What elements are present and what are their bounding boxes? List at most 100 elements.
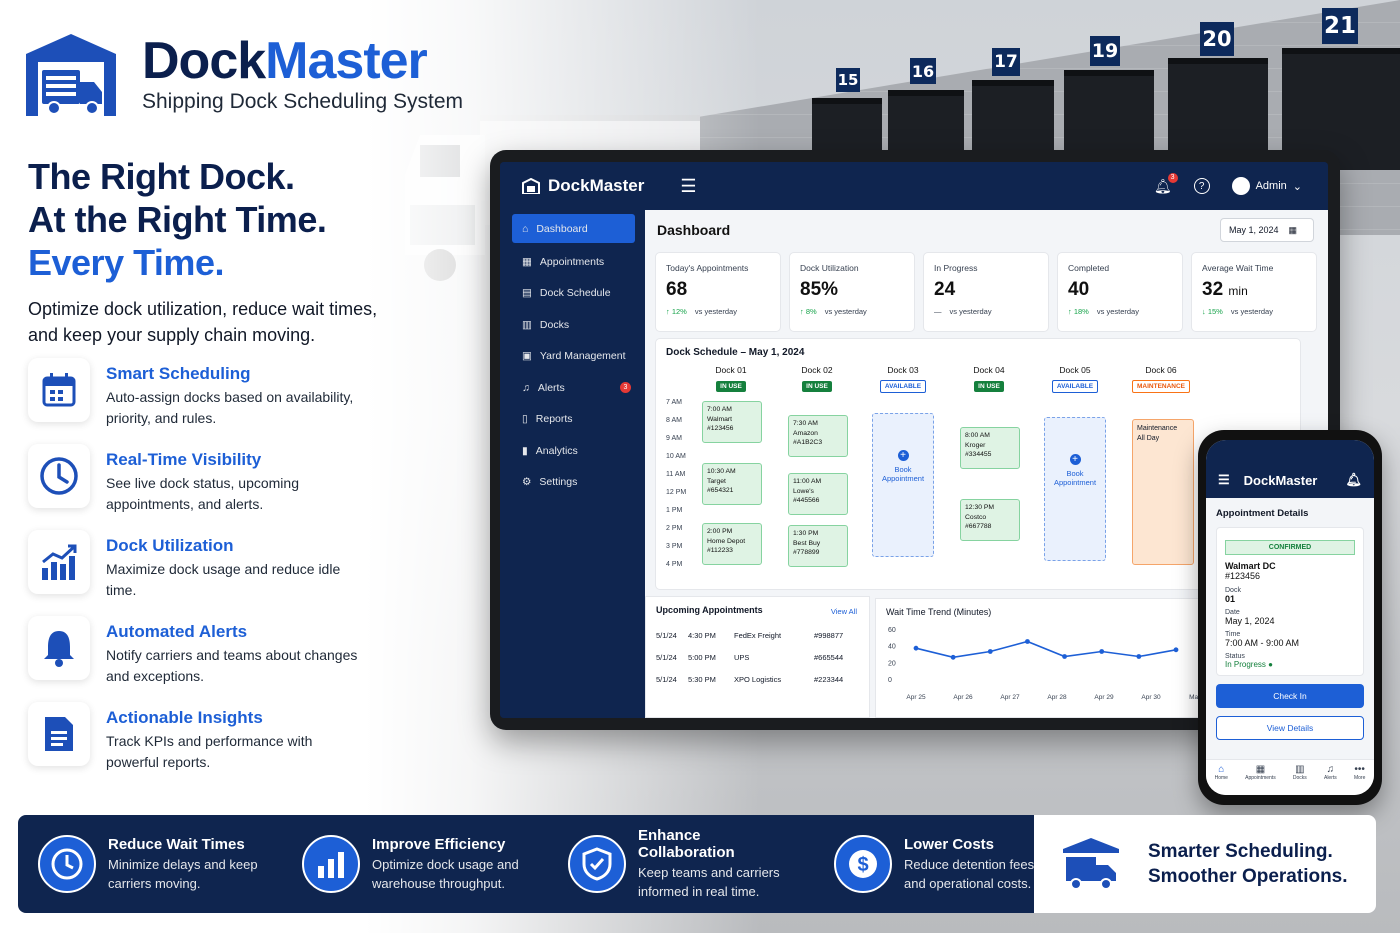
help-icon[interactable]: ?	[1193, 178, 1210, 194]
bell-icon[interactable]: 🔔︎	[1345, 472, 1362, 488]
gear-icon: ⚙	[522, 476, 532, 489]
y-tick-label: 60	[888, 627, 896, 634]
calendar-icon	[28, 358, 90, 422]
feature-desc: Notify carriers and teams about changes …	[106, 647, 358, 684]
kpi-card: Completed 40 ↑ 18% vs yesterday	[1057, 252, 1183, 332]
app-topbar: DockMaster ☰ 🔔︎ 3 ? Admin ⌄	[500, 162, 1328, 210]
appointment-block[interactable]: 8:00 AM Kroger #334455	[960, 427, 1020, 469]
dock-number: 16	[910, 58, 936, 84]
data-point	[1025, 639, 1030, 644]
dock-number: 19	[1090, 36, 1120, 66]
feature-title: Automated Alerts	[106, 622, 248, 641]
report-icon: ▯	[522, 413, 528, 426]
table-row[interactable]: 5/1/24 5:30 PM XPO Logistics #223344	[656, 675, 861, 684]
sidebar-item-analytics[interactable]: ▮ Analytics	[500, 435, 645, 467]
tab-appointments[interactable]: ▦ Appointments	[1245, 764, 1276, 795]
sidebar-item-dock-schedule[interactable]: ▤ Dock Schedule	[500, 278, 645, 310]
notification-bell-icon[interactable]: 🔔︎ 3	[1154, 172, 1178, 195]
kpi-card: In Progress 24— vs yesterday	[923, 252, 1049, 332]
y-tick-label: 40	[888, 644, 896, 651]
data-point	[913, 645, 919, 651]
sidebar-item-yard-management[interactable]: ▣ Yard Management	[500, 341, 645, 373]
bell-icon	[28, 616, 90, 680]
document-icon	[28, 702, 90, 766]
dock-number: 21	[1322, 8, 1358, 44]
sidebar-item-alerts[interactable]: ♫ Alerts 3	[500, 372, 645, 404]
feature-title: Smart Scheduling	[106, 364, 251, 383]
status-badge: AVAILABLE	[879, 380, 927, 393]
table-row[interactable]: 5/1/24 4:30 PM FedEx Freight #998877	[656, 631, 861, 640]
status-badge: MAINTENANCE	[1131, 380, 1191, 393]
feature-item: Automated Alerts Notify carriers and team…	[28, 616, 368, 702]
benefit-item: Improve Efficiency Optimize dock usage an…	[302, 815, 532, 913]
dock-icon: ▥	[1295, 764, 1305, 775]
sidebar-item-docks[interactable]: ▥ Docks	[500, 309, 645, 341]
appointment-block[interactable]: 1:30 PM Best Buy #778899	[788, 525, 848, 567]
hero: The Right Dock. At the Right Time. Every…	[28, 155, 408, 348]
warehouse-truck-icon	[26, 34, 116, 116]
tab-more[interactable]: ••• More	[1354, 764, 1365, 795]
x-tick-label: Apr 25	[906, 694, 926, 701]
status-badge: IN USE	[802, 381, 832, 392]
sidebar-item-settings[interactable]: ⚙ Settings	[500, 467, 645, 499]
data-point	[950, 654, 956, 660]
dock-column-header: Dock 04 IN USE	[973, 365, 1005, 392]
feature-title: Dock Utilization	[106, 536, 234, 555]
feature-title: Actionable Insights	[106, 708, 263, 727]
warehouse-truck-icon	[1063, 838, 1119, 890]
tab-docks[interactable]: ▥ Docks	[1293, 764, 1307, 795]
x-tick-label: Apr 26	[953, 694, 973, 701]
hero-line-1: The Right Dock.	[28, 156, 295, 197]
user-menu[interactable]: Admin ⌄	[1231, 177, 1302, 195]
sidebar-item-reports[interactable]: ▯ Reports	[500, 404, 645, 436]
more-icon: •••	[1354, 764, 1365, 775]
book-appointment-button[interactable]: + Book Appointment	[872, 413, 934, 557]
sidebar-item-dashboard[interactable]: ⌂ Dashboard	[512, 214, 635, 243]
notification-badge: 3	[1167, 172, 1178, 183]
avatar	[1231, 177, 1250, 195]
shield-check-icon	[568, 835, 626, 893]
menu-icon[interactable]: ☰	[1218, 472, 1230, 488]
maintenance-block: Maintenance All Day	[1132, 419, 1194, 565]
check-in-button[interactable]: Check In	[1216, 684, 1364, 708]
tab-alerts[interactable]: ♫ Alerts	[1324, 764, 1337, 795]
kpi-row: Today's Appointments 68 ↑ 12% vs yesterday …	[655, 252, 1317, 332]
benefit-item: Reduce Wait Times Minimize delays and kee…	[38, 815, 266, 913]
analytics-icon: ▮	[522, 444, 528, 457]
view-all-link[interactable]: View All	[831, 607, 857, 616]
appointment-block[interactable]: 7:00 AM Walmart #123456	[702, 401, 762, 443]
book-appointment-button[interactable]: + Book Appointment	[1044, 417, 1106, 561]
data-point	[987, 649, 993, 654]
feature-desc: Auto-assign docks based on availability,…	[106, 389, 354, 426]
dock-number: 20	[1200, 22, 1234, 56]
chevron-down-icon: ⌄	[1292, 180, 1302, 193]
appointment-block[interactable]: 7:30 AM Amazon #A1B2C3	[788, 415, 848, 457]
appointment-block[interactable]: 12:30 PM Costco #667788	[960, 499, 1020, 541]
tagline-panel: Smarter Scheduling. Smoother Operations.	[1034, 815, 1376, 913]
schedule-icon: ▤	[522, 287, 532, 300]
table-row[interactable]: 5/1/24 5:00 PM UPS #665544	[656, 653, 861, 662]
data-point	[1136, 654, 1142, 659]
bar-chart-icon	[28, 530, 90, 594]
home-icon: ⌂	[1218, 764, 1225, 775]
sidebar: ⌂ Dashboard ▦ Appointments ▤ Dock Schedule …	[500, 210, 645, 718]
dock-icon: ▥	[522, 318, 532, 331]
status-badge: IN USE	[974, 381, 1004, 392]
view-details-button[interactable]: View Details	[1216, 716, 1364, 740]
tab-home[interactable]: ⌂ Home	[1215, 764, 1228, 795]
date-picker[interactable]: May 1, 2024 ▦	[1220, 218, 1314, 242]
page-title: Dashboard	[657, 222, 731, 238]
hero-line-3: Every Time.	[28, 242, 224, 283]
sidebar-item-appointments[interactable]: ▦ Appointments	[500, 246, 645, 278]
appointment-block[interactable]: 11:00 AM Lowe's #445566	[788, 473, 848, 515]
dock-number: 15	[836, 68, 860, 92]
app-logo[interactable]: DockMaster	[522, 176, 644, 196]
tagline-line-2: Smoother Operations.	[1148, 866, 1348, 887]
menu-icon[interactable]: ☰	[680, 176, 696, 197]
benefit-item: Enhance Collaboration Keep teams and carr…	[568, 815, 798, 913]
hero-line-2: At the Right Time.	[28, 199, 327, 240]
x-tick-label: Apr 27	[1000, 694, 1020, 701]
appointment-block[interactable]: 10:30 AM Target #654321	[702, 463, 762, 505]
phone-mockup: ☰ DockMaster 🔔︎ Appointment Details CONFIR…	[1198, 430, 1382, 805]
appointment-block[interactable]: 2:00 PM Home Depot #112233	[702, 523, 762, 565]
